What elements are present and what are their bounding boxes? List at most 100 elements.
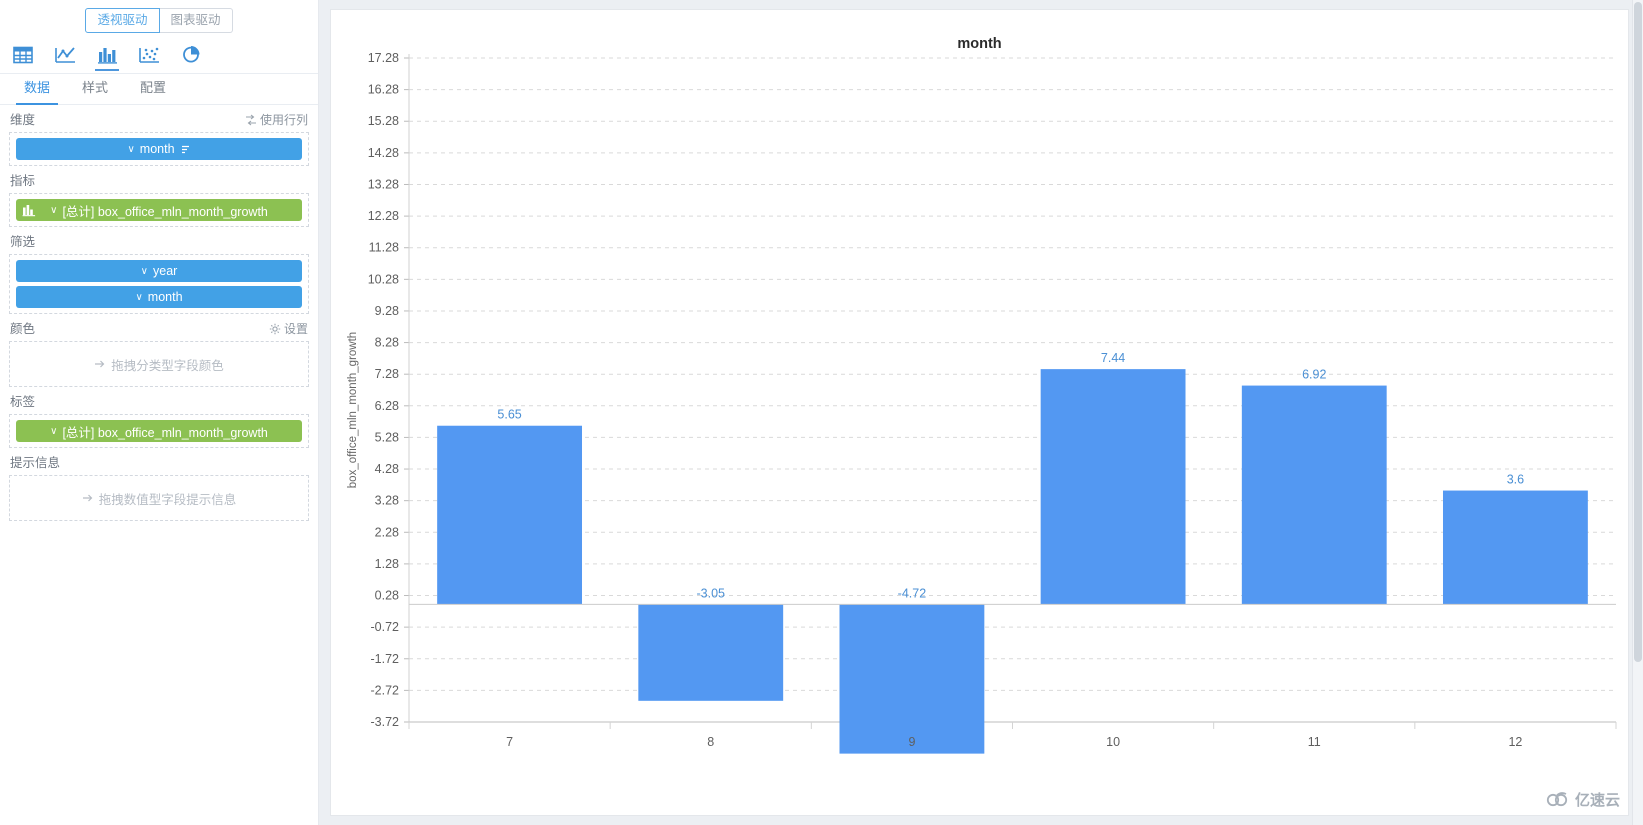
y-tick-label: -1.72 [371,652,400,666]
left-config-panel: 透视驱动 图表驱动 数据 样式 配置 维度 使用行列 ∨ month 指标 ∨ … [0,0,319,825]
y-tick-label: 0.28 [375,589,399,603]
y-tick-label: -0.72 [371,620,400,634]
y-tick-label: 2.28 [375,525,399,539]
tab-chart-drive[interactable]: 图表驱动 [159,8,233,33]
x-tick-label: 10 [1106,735,1120,749]
section-color-title: 颜色 [10,322,36,336]
page-scrollbar-thumb[interactable] [1634,2,1642,662]
y-tick-label: -2.72 [371,683,400,697]
arrow-right-icon [95,360,105,368]
y-tick-label: 5.28 [375,430,399,444]
line-chart-icon[interactable] [51,43,79,69]
color-placeholder: 拖拽分类型字段颜色 [94,355,224,374]
x-tick-label: 8 [707,735,714,749]
use-rows-columns-action[interactable]: 使用行列 [245,112,308,128]
sort-icon [180,144,191,155]
section-dimension: 维度 使用行列 ∨ month [0,105,318,166]
field-pill-month-filter[interactable]: ∨ month [16,286,302,308]
y-tick-label: 1.28 [375,557,399,571]
bar[interactable] [839,604,985,754]
color-dropzone[interactable]: 拖拽分类型字段颜色 [9,341,309,387]
section-dimension-header: 维度 使用行列 [9,105,309,132]
arrow-right-icon [82,494,93,502]
bar-chart-plot[interactable]: -3.72 -2.72 -1.72 -0.72 0.28 1.28 2.28 3.28 4.28… [331,10,1626,800]
plot-wrapper: box_office_mln_month_growth -3.72 -2.72 -1… [331,10,1628,815]
section-color-header: 颜色 设置 [9,314,309,341]
section-dimension-title: 维度 [10,113,36,127]
field-pill-label-box-office[interactable]: ∨ [总计] box_office_mln_month_growth [16,420,302,442]
field-pill-label: [总计] box_office_mln_month_growth [62,425,268,440]
y-tick-label: 4.28 [375,462,399,476]
y-tick-label: 14.28 [368,146,399,160]
y-tick-label: 8.28 [375,336,399,350]
tooltip-placeholder: 拖拽数值型字段提示信息 [82,489,237,508]
x-tick-label: 11 [1308,735,1321,749]
bar-value-label: -3.05 [697,586,726,600]
pie-chart-icon[interactable] [177,43,205,69]
field-pill-label: month [147,290,183,304]
color-settings-label: 设置 [283,322,308,336]
y-tick-label: 11.28 [369,241,399,255]
filter-dropzone[interactable]: ∨ year ∨ month [9,254,309,314]
field-pill-label: year [153,264,178,278]
app-root: 透视驱动 图表驱动 数据 样式 配置 维度 使用行列 ∨ month 指标 ∨ … [0,0,1643,825]
tab-pivot-drive[interactable]: 透视驱动 [85,8,160,33]
field-pill-label: [总计] box_office_mln_month_growth [62,204,268,219]
tab-style[interactable]: 样式 [66,74,124,104]
x-tick-label: 9 [908,735,915,749]
bar[interactable] [437,425,583,605]
section-measure-header: 指标 [9,166,309,193]
measure-dropzone[interactable]: ∨ [总计] box_office_mln_month_growth [9,193,309,227]
section-filter-header: 筛选 [9,227,309,254]
chevron-down-icon: ∨ [50,204,58,216]
y-tick-label: 12.28 [368,209,399,223]
bar[interactable] [1442,490,1588,605]
field-pill-year-filter[interactable]: ∨ year [16,260,302,282]
chart-type-toolbar [0,37,318,74]
field-pill-measure-box-office[interactable]: ∨ [总计] box_office_mln_month_growth [16,199,302,221]
page-scrollbar[interactable] [1632,0,1643,825]
color-placeholder-text: 拖拽分类型字段颜色 [111,358,224,373]
section-label-header: 标签 [9,387,309,414]
bar-value-label: 3.6 [1507,473,1524,487]
chevron-down-icon: ∨ [140,265,148,277]
swap-rows-columns-icon [245,114,256,126]
tab-config[interactable]: 配置 [124,74,182,104]
bar[interactable] [1040,369,1186,605]
y-tick-label: -3.72 [371,715,400,729]
section-filter: 筛选 ∨ year ∨ month [0,227,318,314]
chevron-down-icon: ∨ [50,425,58,437]
bar-chart-icon [22,204,36,217]
section-tooltip-title: 提示信息 [10,456,61,470]
section-tooltip-header: 提示信息 [9,448,309,475]
field-pill-label: month [139,142,175,156]
tooltip-placeholder-text: 拖拽数值型字段提示信息 [98,492,237,507]
color-settings-action[interactable]: 设置 [269,321,308,337]
use-rows-columns-label: 使用行列 [259,113,308,127]
gear-icon [269,323,281,335]
y-tick-label: 17.28 [368,51,399,65]
chevron-down-icon: ∨ [135,291,143,303]
bar[interactable] [638,604,784,701]
watermark: 亿速云 [1546,789,1620,810]
field-pill-month-dimension[interactable]: ∨ month [16,138,302,160]
y-tick-label: 9.28 [375,304,399,318]
bar-value-label: 5.65 [497,408,521,422]
x-tick-label: 7 [506,735,513,749]
section-filter-title: 筛选 [10,235,36,249]
y-tick-label: 13.28 [368,177,399,191]
bar[interactable] [1241,385,1387,605]
bar-chart-icon[interactable] [93,43,121,71]
section-color: 颜色 设置 拖拽分类型字段颜色 [0,314,318,387]
dimension-dropzone[interactable]: ∨ month [9,132,309,166]
y-tick-label: 10.28 [368,272,399,286]
chart-content-area: month box_office_mln_month_growth -3.72-… [319,0,1643,825]
scatter-chart-icon[interactable] [135,43,163,69]
section-tooltip: 提示信息 拖拽数值型字段提示信息 [0,448,318,521]
label-dropzone[interactable]: ∨ [总计] box_office_mln_month_growth [9,414,309,448]
chart-card: month box_office_mln_month_growth -3.72-… [330,9,1629,816]
tooltip-dropzone[interactable]: 拖拽数值型字段提示信息 [9,475,309,521]
table-icon[interactable] [9,43,37,69]
watermark-text: 亿速云 [1574,792,1620,809]
tab-data[interactable]: 数据 [8,74,66,105]
